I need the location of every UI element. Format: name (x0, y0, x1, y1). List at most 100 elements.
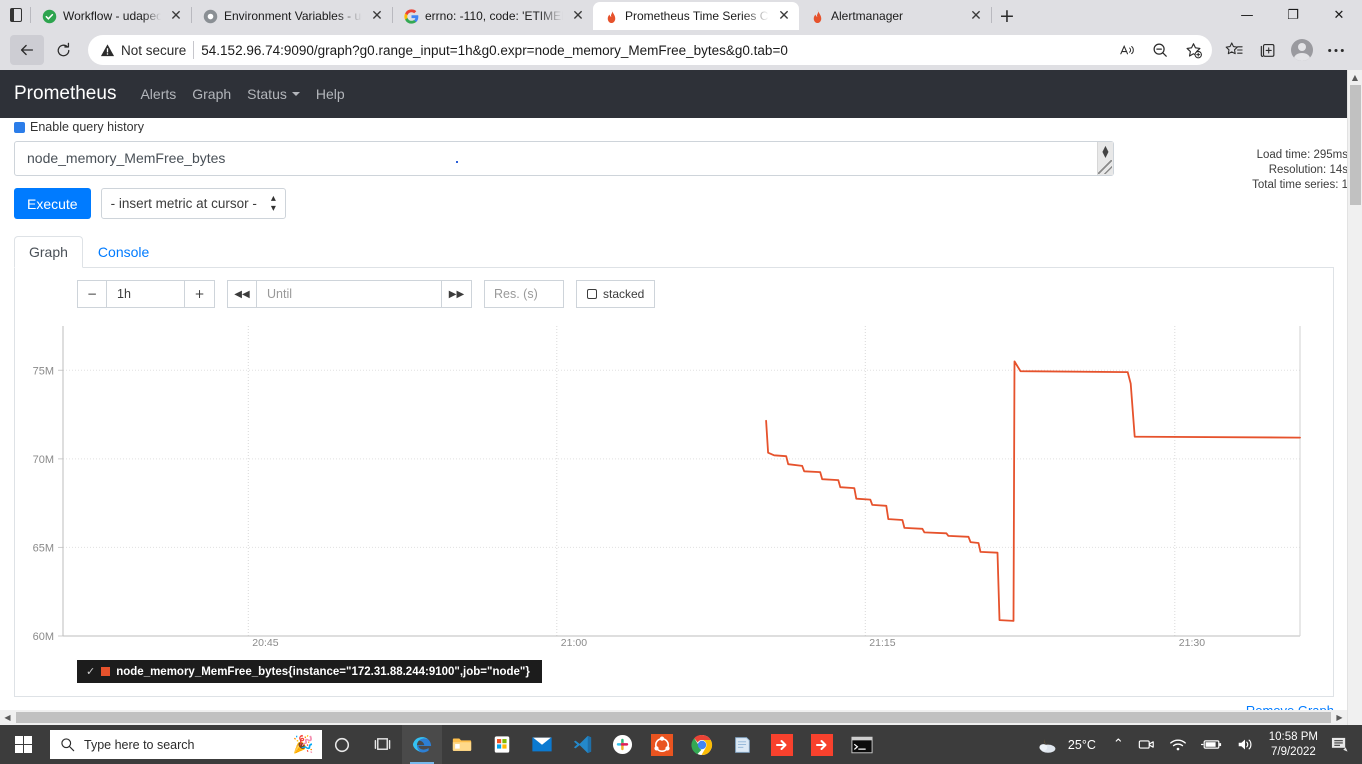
new-tab-button[interactable]: + (992, 2, 1022, 30)
textarea-resize-handle[interactable] (1098, 160, 1112, 174)
not-secure-indicator[interactable]: Not secure (100, 43, 186, 58)
window-close-button[interactable]: ✕ (1316, 0, 1362, 30)
tab-graph[interactable]: Graph (14, 236, 83, 268)
address-bar[interactable]: Not secure 54.152.96.74:9090/graph?g0.ra… (88, 35, 1212, 65)
until-input[interactable]: Until (257, 280, 442, 308)
vscode-icon[interactable] (562, 725, 602, 764)
celebration-icon[interactable]: 🎉 (293, 732, 314, 758)
app-red-2-icon[interactable] (802, 725, 842, 764)
graph-console-tabs: Graph Console (14, 235, 1334, 268)
page-horizontal-scrollbar[interactable]: ◀ ▶ (0, 710, 1347, 725)
ubuntu-icon[interactable] (642, 725, 682, 764)
nav-item-alerts[interactable]: Alerts (132, 86, 184, 102)
query-history-checkbox[interactable] (14, 122, 25, 133)
chart-legend: ✓ node_memory_MemFree_bytes{instance="17… (15, 660, 1333, 696)
edge-icon[interactable] (402, 725, 442, 764)
time-series-chart[interactable]: 60M 65M 70M 75M 20:45 21:00 21:15 21:30 (15, 322, 1335, 662)
taskbar-clock[interactable]: 10:58 PM 7/9/2022 (1261, 730, 1326, 760)
step-forward-button[interactable]: ▶▶ (442, 280, 472, 308)
range-increase-button[interactable]: + (185, 280, 215, 308)
range-decrease-button[interactable]: − (77, 280, 107, 308)
nav-item-help[interactable]: Help (308, 86, 353, 102)
enable-query-history-row[interactable]: Enable query history (14, 120, 1348, 133)
y-tick-label: 65M (33, 542, 54, 554)
execute-button[interactable]: Execute (14, 188, 91, 219)
query-expression-input[interactable]: node_memory_MemFree_bytes ▲ ▼ (14, 141, 1114, 176)
browser-tab-2[interactable]: Environment Variables - udap ✕ (192, 2, 392, 30)
task-view-icon[interactable] (362, 725, 402, 764)
battery-icon[interactable] (1194, 725, 1229, 764)
file-explorer-icon[interactable] (442, 725, 482, 764)
tab-search-icon[interactable] (2, 1, 30, 29)
close-icon[interactable]: ✕ (167, 7, 185, 25)
nav-label: Graph (192, 86, 232, 102)
page-vertical-scrollbar[interactable]: ▲ (1347, 70, 1362, 725)
profile-avatar[interactable] (1286, 35, 1318, 65)
query-row: node_memory_MemFree_bytes ▲ ▼ (14, 141, 1348, 176)
close-icon[interactable]: ✕ (368, 7, 386, 25)
chevron-down-icon[interactable]: ▼ (1102, 150, 1108, 159)
browser-tab-5[interactable]: Alertmanager ✕ (799, 2, 991, 30)
browser-tab-title: Alertmanager (831, 9, 904, 23)
browser-tabstrip: Workflow - udapeopleProject ✕ Environmen… (0, 0, 1362, 30)
zoom-out-icon[interactable] (1147, 37, 1173, 63)
mail-icon[interactable] (522, 725, 562, 764)
step-backward-button[interactable]: ◀◀ (227, 280, 257, 308)
notifications-icon[interactable] (1326, 736, 1358, 753)
close-icon[interactable]: ✕ (569, 7, 587, 25)
weather-widget[interactable]: 25°C (1030, 735, 1106, 755)
browser-tab-1[interactable]: Workflow - udapeopleProject ✕ (31, 2, 191, 30)
browser-tab-4-active[interactable]: Prometheus Time Series Colle ✕ (593, 2, 799, 30)
legend-item[interactable]: ✓ node_memory_MemFree_bytes{instance="17… (77, 660, 542, 683)
close-icon[interactable]: ✕ (967, 7, 985, 25)
taskbar-search-box[interactable]: Type here to search 🎉 (50, 730, 322, 759)
weather-icon (1039, 738, 1056, 753)
volume-icon[interactable] (1229, 725, 1261, 764)
close-icon[interactable]: ✕ (775, 7, 793, 25)
notepad-icon[interactable] (722, 725, 762, 764)
scroll-up-icon[interactable]: ▲ (1348, 70, 1362, 85)
y-tick-label: 75M (33, 365, 54, 377)
warning-icon (100, 43, 115, 56)
settings-more-icon[interactable] (1320, 35, 1352, 65)
favorites-icon[interactable] (1218, 35, 1250, 65)
circle-icon (202, 8, 218, 24)
stacked-toggle[interactable]: stacked (576, 280, 656, 308)
time-navigation: ◀◀ Until ▶▶ (227, 280, 472, 308)
collections-icon[interactable] (1252, 35, 1284, 65)
nav-item-status[interactable]: Status (239, 86, 308, 102)
camera-icon[interactable] (1131, 725, 1162, 764)
wifi-icon[interactable] (1162, 725, 1194, 764)
tab-console[interactable]: Console (83, 236, 164, 268)
query-expression-value: node_memory_MemFree_bytes (27, 150, 226, 166)
scroll-left-icon[interactable]: ◀ (0, 713, 15, 722)
range-input[interactable]: 1h (107, 280, 185, 308)
nav-item-graph[interactable]: Graph (184, 86, 239, 102)
show-hidden-icons-chevron[interactable]: ⌃ (1106, 725, 1131, 764)
minimize-button[interactable]: — (1224, 0, 1270, 30)
scroll-right-icon[interactable]: ▶ (1332, 713, 1347, 722)
back-icon[interactable] (10, 35, 44, 65)
text-cursor (456, 161, 458, 163)
cortana-icon[interactable] (322, 725, 362, 764)
resolution-input[interactable]: Res. (s) (484, 280, 564, 308)
add-favorite-icon[interactable] (1180, 37, 1206, 63)
app-red-1-icon[interactable] (762, 725, 802, 764)
check-icon: ✓ (86, 666, 96, 678)
app-brand[interactable]: Prometheus (14, 83, 116, 105)
microsoft-store-icon[interactable] (482, 725, 522, 764)
horizontal-scroll-thumb[interactable] (16, 712, 1331, 723)
maximize-button[interactable]: ❐ (1270, 0, 1316, 30)
start-button[interactable] (0, 725, 47, 764)
chrome-icon[interactable] (682, 725, 722, 764)
browser-tab-title: Environment Variables - udap (224, 9, 362, 23)
reload-icon[interactable] (46, 35, 80, 65)
browser-tab-title: Workflow - udapeopleProject (63, 9, 161, 23)
terminal-icon[interactable] (842, 725, 882, 764)
insert-metric-select[interactable]: - insert metric at cursor - ▴ ▾ (100, 188, 286, 219)
browser-tab-3[interactable]: errno: -110, code: 'ETIMEDOU ✕ (393, 2, 593, 30)
slack-icon[interactable] (602, 725, 642, 764)
series-color-swatch (101, 667, 111, 676)
vertical-scroll-thumb[interactable] (1350, 85, 1361, 205)
read-aloud-icon[interactable] (1114, 37, 1140, 63)
